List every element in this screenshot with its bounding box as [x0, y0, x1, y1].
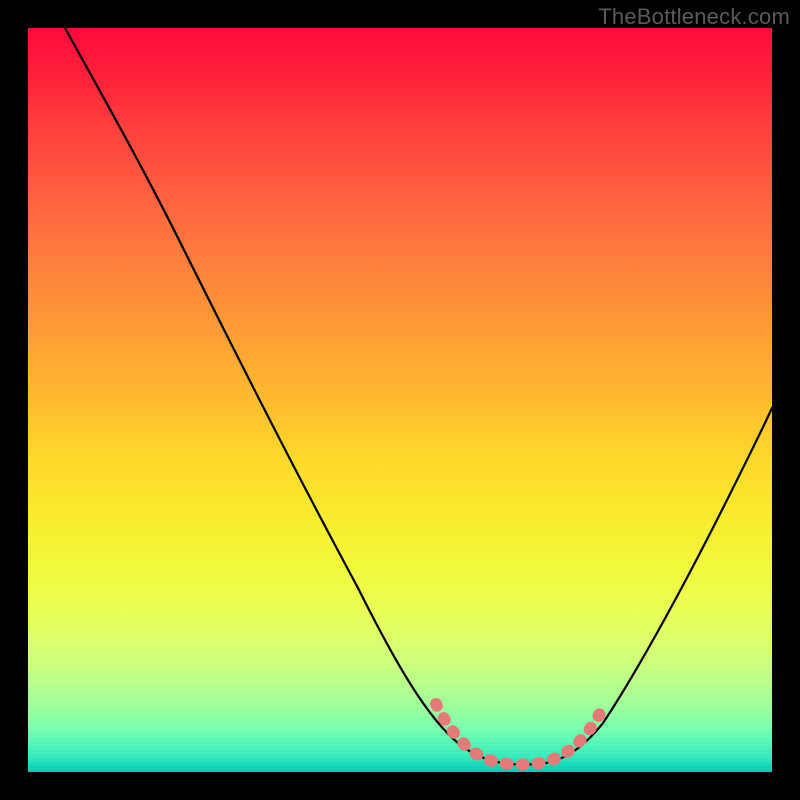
bottleneck-curve: [65, 28, 772, 765]
chart-frame: TheBottleneck.com: [0, 0, 800, 800]
optimal-range-marker: [436, 704, 605, 764]
plot-area: [28, 28, 772, 772]
watermark-text: TheBottleneck.com: [598, 4, 790, 30]
curve-layer: [28, 28, 772, 772]
